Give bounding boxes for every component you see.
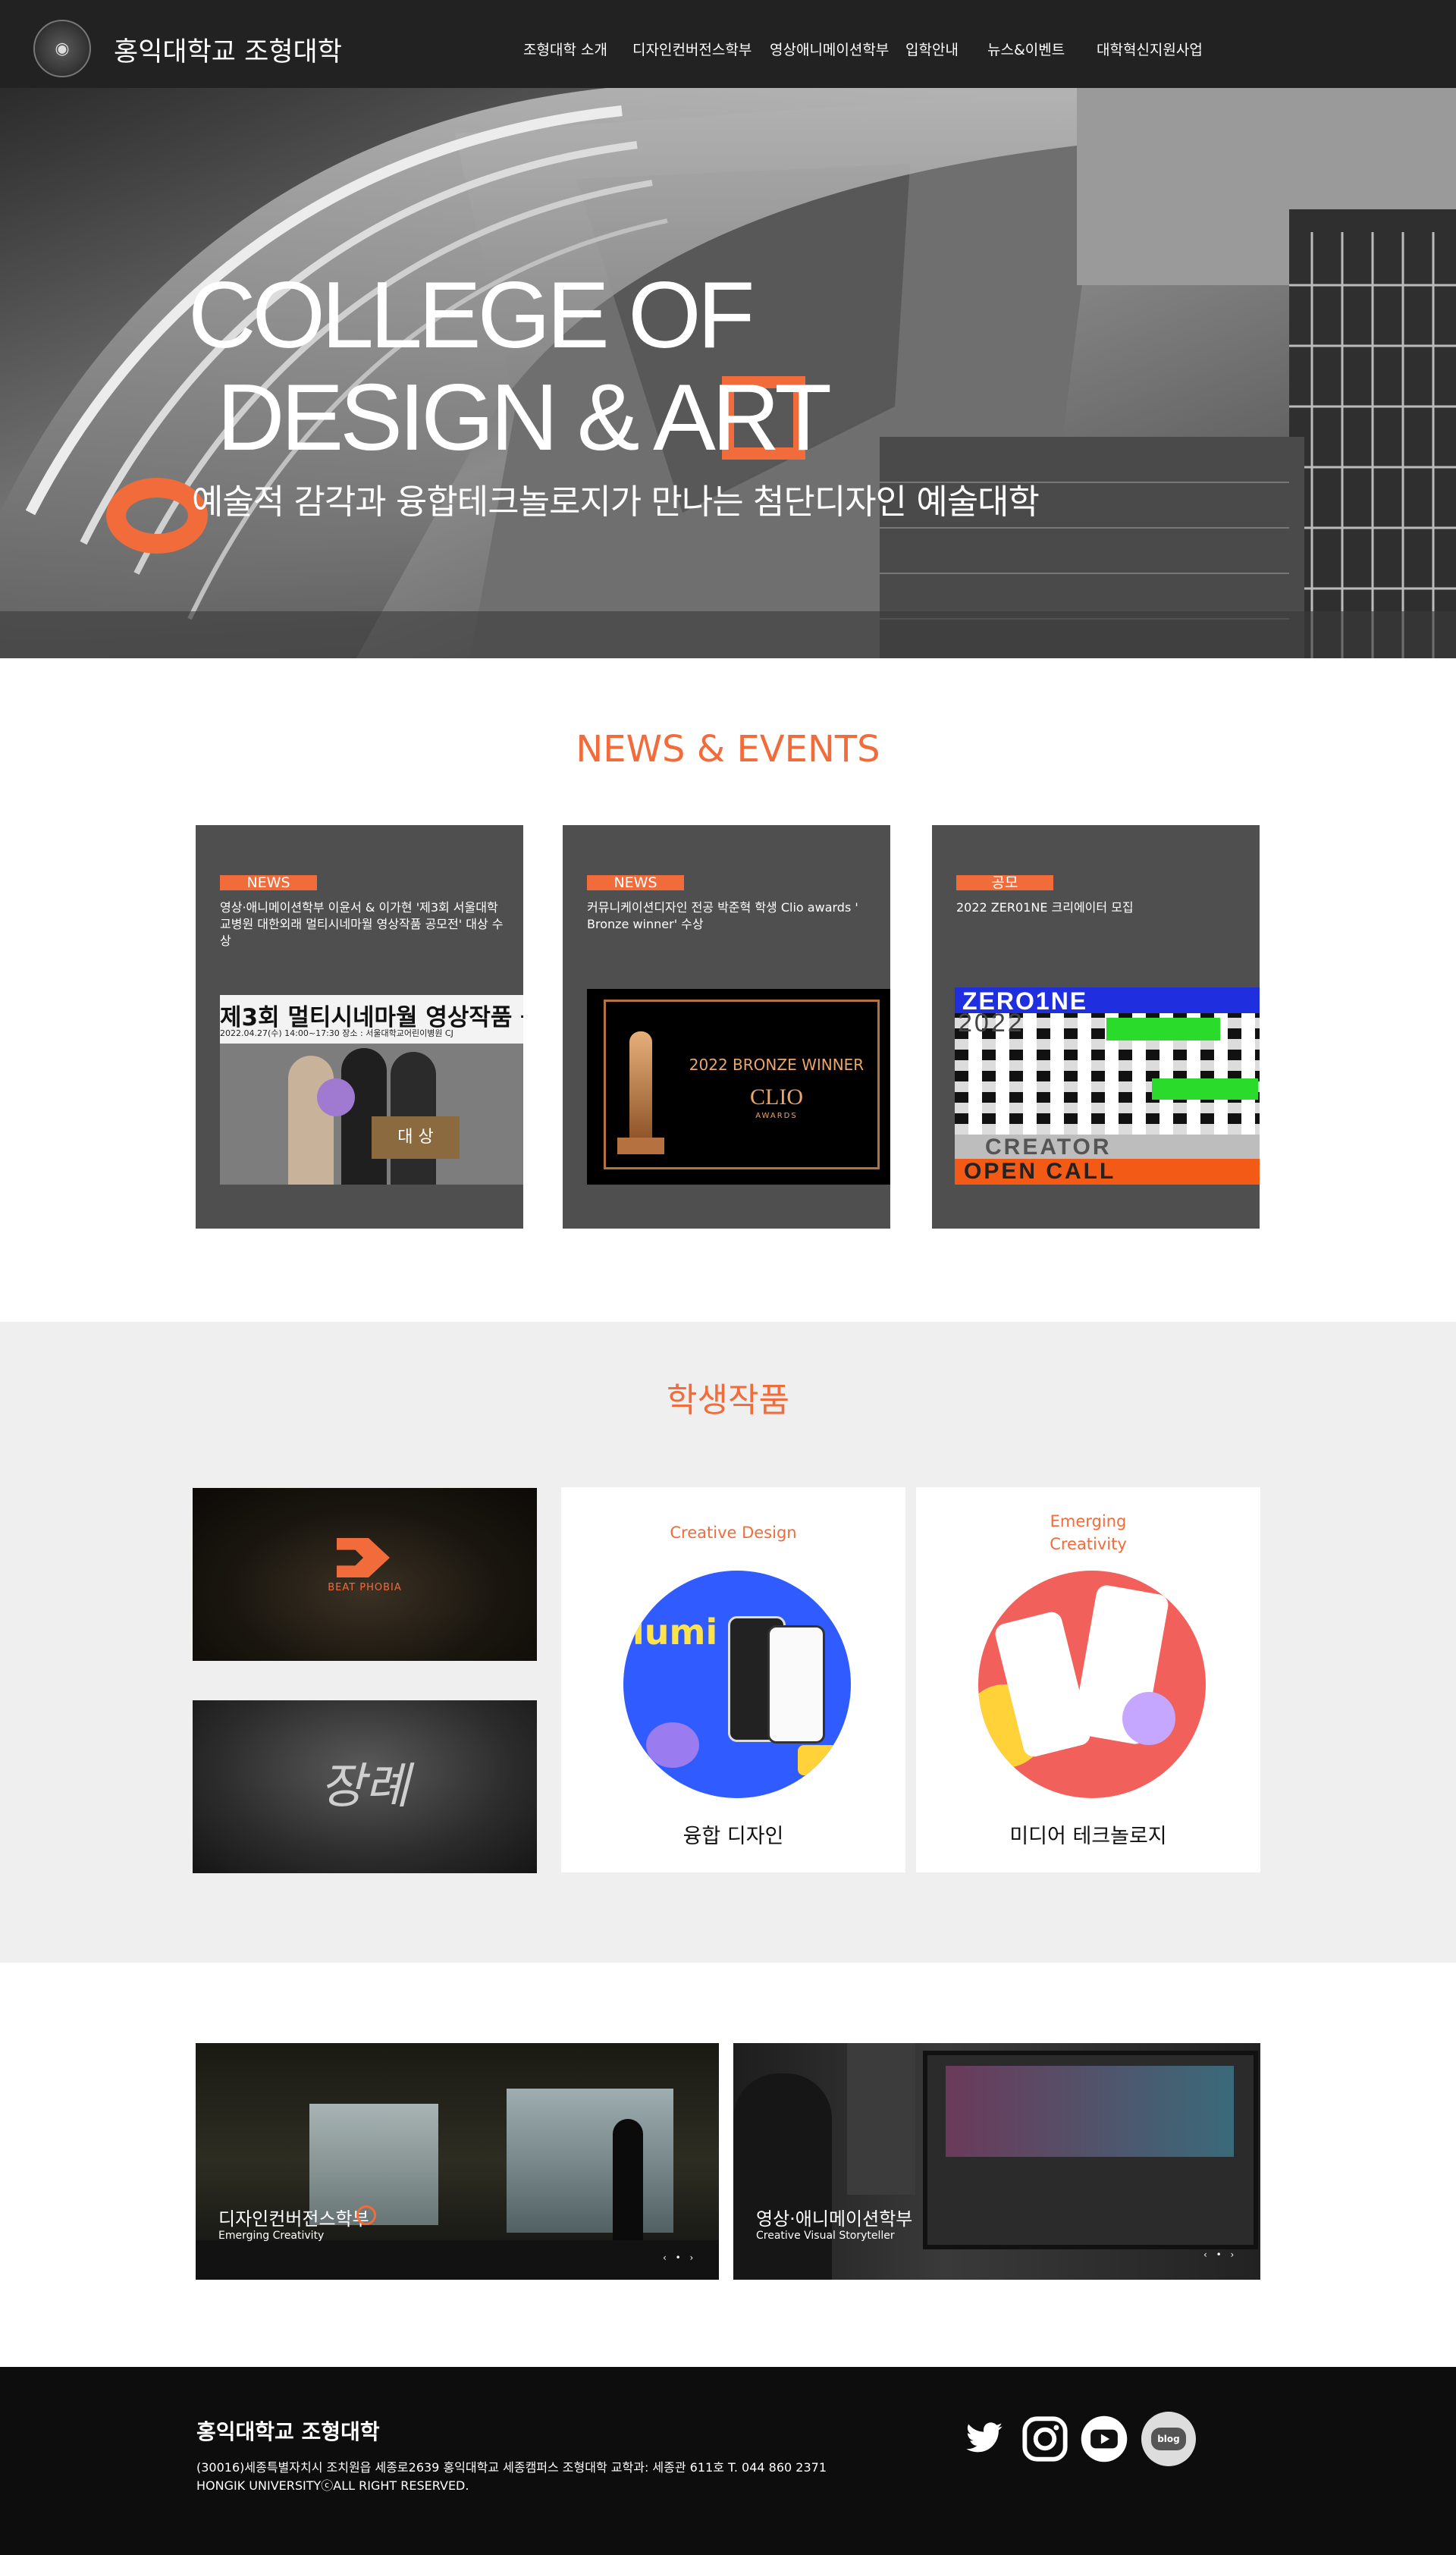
lumi-logo-text: lumi — [632, 1612, 718, 1653]
news-tag: 공모 — [956, 875, 1053, 890]
poster-year: 2022 — [958, 1009, 1025, 1037]
instagram-icon[interactable] — [1018, 2412, 1072, 2466]
nav-admission[interactable]: 입학안내 — [905, 39, 959, 59]
dept-title: 영상·애니메이션학부 — [756, 2208, 913, 2230]
award-title: 2022 BRONZE WINNER — [689, 1056, 864, 1074]
nav-news-events[interactable]: 뉴스&이벤트 — [987, 39, 1065, 59]
news-tag: NEWS — [220, 875, 317, 890]
ring-icon — [356, 2205, 376, 2225]
footer-address: (30016)세종특별자치시 조치원읍 세종로2639 홍익대학교 세종캠퍼스 … — [196, 2460, 827, 2475]
blog-label: blog — [1151, 2428, 1186, 2450]
work-card-convergence[interactable]: Creative Design lumi 융합 디자인 — [561, 1487, 905, 1872]
news-photo: 제3회 멀티시네마월 영상작품 공모 2022.04.27(수) 14:00~1… — [220, 995, 523, 1185]
work-card-label: 융합 디자인 — [682, 1825, 784, 1848]
footer-name: 홍익대학교 조형대학 — [196, 2419, 380, 2444]
university-logo[interactable]: ◉ — [33, 20, 91, 77]
nav-about[interactable]: 조형대학 소개 — [523, 39, 607, 59]
youtube-icon[interactable] — [1077, 2412, 1131, 2466]
nav-design-convergence[interactable]: 디자인컨버전스학부 — [632, 39, 752, 59]
beatphobia-logo-text: BEAT PHOBIA — [328, 1582, 402, 1593]
work-card-label: 미디어 테크놀로지 — [1009, 1825, 1167, 1848]
news-photo: ZERO1NE 2022 CREATOR OPEN CALL — [955, 987, 1260, 1185]
news-card[interactable]: NEWS 커뮤니케이션디자인 전공 박준혁 학생 Clio awards ' B… — [563, 825, 890, 1229]
seal-icon: ◉ — [55, 39, 70, 58]
news-tag: NEWS — [587, 875, 684, 890]
news-card[interactable]: NEWS 영상·애니메이션학부 이윤서 & 이가현 '제3회 서울대학교병원 대… — [196, 825, 523, 1229]
nav-innovation[interactable]: 대학혁신지원사업 — [1097, 39, 1203, 59]
twitter-icon[interactable] — [957, 2412, 1012, 2466]
footer-copyright: HONGIK UNIVERSITYⓒALL RIGHT RESERVED. — [196, 2478, 469, 2493]
news-text: 영상·애니메이션학부 이윤서 & 이가현 '제3회 서울대학교병원 대한외래 멀… — [220, 900, 504, 948]
clio-logo-text: CLIO — [750, 1084, 803, 1110]
work-thumb-calligraphy[interactable]: 장례 — [193, 1700, 537, 1873]
calligraphy-text: 장례 — [320, 1759, 410, 1815]
nav-video-animation[interactable]: 영상애니메이션학부 — [770, 39, 889, 59]
clio-logo-sub: AWARDS — [755, 1112, 798, 1120]
dept-banner-animation[interactable]: 영상·애니메이션학부 Creative Visual Storyteller ‹… — [733, 2043, 1260, 2280]
work-thumb-beatphobia[interactable]: BEAT PHOBIA — [193, 1488, 537, 1661]
news-section-title: NEWS & EVENTS — [576, 728, 880, 771]
dept-banner-design[interactable]: 디자인컨버전스학부 Emerging Creativity ‹ • › — [196, 2043, 719, 2280]
site-header: ◉ 홍익대학교 조형대학 조형대학 소개 디자인컨버전스학부 영상애니메이션학부… — [0, 0, 1456, 88]
beatphobia-logo-icon — [337, 1538, 390, 1577]
dept-subtitle: Emerging Creativity — [218, 2230, 325, 2242]
news-banner-sub: 2022.04.27(수) 14:00~17:30 장소 : 서울대학교어린이병… — [220, 1028, 453, 1038]
hero-title-line2: DESIGN & ART — [217, 366, 832, 470]
trophy-icon — [629, 1031, 652, 1145]
poster-bottom1: CREATOR — [985, 1135, 1112, 1160]
dept-subtitle: Creative Visual Storyteller — [756, 2230, 895, 2242]
news-text: 커뮤니케이션디자인 전공 박준혁 학생 Clio awards ' Bronze… — [587, 900, 858, 931]
news-card[interactable]: 공모 2022 ZER01NE 크리에이터 모집 ZERO1NE 2022 CR… — [932, 825, 1260, 1229]
carousel-dots[interactable]: ‹ • › — [1203, 2249, 1237, 2260]
work-card-image — [978, 1571, 1206, 1798]
award-placard: 대 상 — [372, 1116, 460, 1159]
dept-title: 디자인컨버전스학부 — [218, 2208, 369, 2230]
work-card-image: lumi — [623, 1571, 851, 1798]
news-photo: 2022 BRONZE WINNER CLIO AWARDS — [587, 989, 890, 1185]
blog-icon[interactable]: blog — [1141, 2412, 1196, 2466]
poster-bottom2: OPEN CALL — [964, 1159, 1116, 1184]
hero-subtitle: 예술적 감각과 융합테크놀로지가 만나는 첨단디자인 예술대학 — [192, 482, 1040, 522]
works-section-title: 학생작품 — [667, 1381, 789, 1420]
work-card-caption: Emerging Creativity — [1050, 1512, 1127, 1553]
hero-title-line1: COLLEGE OF — [188, 263, 755, 368]
work-card-media-tech[interactable]: Emerging Creativity 미디어 테크놀로지 — [916, 1487, 1260, 1872]
news-text: 2022 ZER01NE 크리에이터 모집 — [956, 900, 1134, 915]
work-card-caption: Creative Design — [670, 1524, 797, 1542]
carousel-dots[interactable]: ‹ • › — [663, 2252, 696, 2263]
site-brand[interactable]: 홍익대학교 조형대학 — [114, 30, 342, 69]
